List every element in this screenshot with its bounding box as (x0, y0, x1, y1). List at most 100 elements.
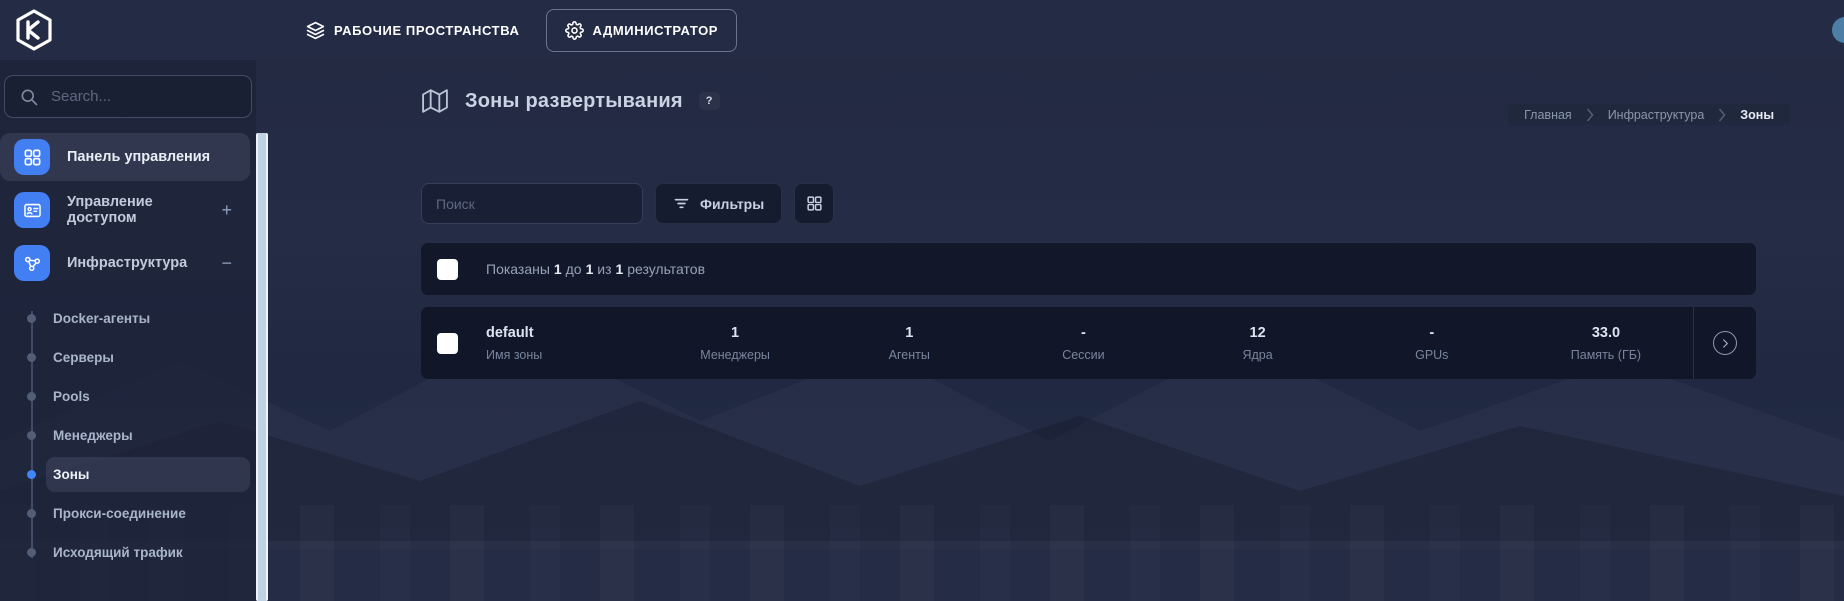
map-icon (421, 88, 449, 114)
results-summary-text: Показаны1 до1 из1 результатов (486, 261, 709, 277)
page-title: Зоны развертывания (465, 90, 683, 113)
breadcrumb-zones: Зоны (1740, 108, 1774, 122)
app-logo[interactable] (14, 8, 54, 52)
select-all-checkbox[interactable] (437, 259, 458, 280)
sidebar-item-label: Инфраструктура (67, 255, 187, 271)
search-icon (19, 87, 39, 107)
sidebar-subitem-proxy-connection[interactable]: Прокси-соединение (0, 494, 256, 533)
sidebar-subitem-pools[interactable]: Pools (0, 377, 256, 416)
expand-plus-icon[interactable]: + (221, 200, 232, 221)
topbar: РАБОЧИЕ ПРОСТРАНСТВА АДМИНИСТРАТОР (0, 0, 1844, 60)
row-cells: default Имя зоны 1 Менеджеры 1 Агенты - … (458, 307, 1693, 379)
sidebar-subitem-servers[interactable]: Серверы (0, 338, 256, 377)
administrator-label: АДМИНИСТРАТОР (593, 23, 719, 38)
bullet-dot (27, 431, 36, 440)
sidebar-scrollbar[interactable] (256, 133, 268, 601)
sidebar-item-infrastructure[interactable]: Инфраструктура − (0, 239, 250, 287)
sidebar-item-label: Панель управления (67, 149, 210, 165)
infrastructure-subnav: Docker-агенты Серверы Pools Менеджеры (0, 299, 256, 572)
gpus-value: - (1429, 325, 1434, 341)
sidebar-item-label: Управление доступом (67, 194, 204, 226)
chevron-right-icon (1586, 108, 1594, 122)
cell-cores: 12 Ядра (1171, 325, 1345, 362)
filter-icon (673, 195, 690, 212)
zone-table-row[interactable]: default Имя зоны 1 Менеджеры 1 Агенты - … (421, 307, 1756, 379)
sidebar-subitem-docker-agents[interactable]: Docker-агенты (0, 299, 256, 338)
zone-name-label: Имя зоны (486, 348, 542, 362)
sidebar-subitem-managers[interactable]: Менеджеры (0, 416, 256, 455)
sessions-label: Сессии (1062, 348, 1104, 362)
bullet-dot (27, 353, 36, 362)
filters-label: Фильтры (700, 196, 764, 212)
results-summary-bar: Показаны1 до1 из1 результатов (421, 243, 1756, 295)
summary-count-from: 1 (554, 261, 562, 277)
managers-value: 1 (731, 325, 739, 341)
scrollbar-thumb[interactable] (258, 133, 266, 601)
cores-label: Ядра (1242, 348, 1272, 362)
summary-count-total: 1 (616, 261, 624, 277)
page-header: Зоны развертывания ? (421, 88, 720, 114)
breadcrumb-infrastructure[interactable]: Инфраструктура (1608, 108, 1705, 122)
managers-label: Менеджеры (700, 348, 770, 362)
bullet-dot (27, 470, 36, 479)
sidebar-item-dashboard[interactable]: Панель управления (0, 133, 250, 181)
cell-memory: 33.0 Память (ГБ) (1519, 325, 1693, 362)
dashboard-grid-icon (14, 139, 50, 175)
workspaces-nav-item[interactable]: РАБОЧИЕ ПРОСТРАНСТВА (294, 11, 532, 50)
summary-count-to: 1 (586, 261, 594, 277)
summary-word: до (566, 261, 582, 277)
agents-label: Агенты (889, 348, 930, 362)
grid-view-button[interactable] (794, 183, 834, 224)
layers-icon (306, 21, 325, 40)
sidebar: Панель управления Управление доступом + (0, 60, 256, 601)
row-checkbox[interactable] (437, 333, 458, 354)
topbar-nav: РАБОЧИЕ ПРОСТРАНСТВА АДМИНИСТРАТОР (294, 9, 737, 52)
sidebar-nav: Панель управления Управление доступом + (0, 133, 256, 572)
summary-word: из (597, 261, 611, 277)
gpus-label: GPUs (1415, 348, 1448, 362)
cell-agents: 1 Агенты (822, 325, 996, 362)
summary-word: Показаны (486, 261, 550, 277)
cell-managers: 1 Менеджеры (648, 325, 822, 362)
chevron-right-icon (1718, 108, 1726, 122)
administrator-button[interactable]: АДМИНИСТРАТОР (546, 9, 738, 52)
breadcrumb: Главная Инфраструктура Зоны (1508, 104, 1790, 125)
grid-view-icon (806, 195, 823, 212)
row-action-cell (1693, 307, 1756, 379)
main-content: Зоны развертывания ? Главная Инфраструкт… (268, 60, 1844, 601)
sidebar-subitem-outbound-traffic[interactable]: Исходящий трафик (0, 533, 256, 572)
help-badge[interactable]: ? (699, 92, 720, 110)
chevron-right-icon (1720, 338, 1731, 349)
memory-label: Память (ГБ) (1571, 348, 1641, 362)
filters-button[interactable]: Фильтры (655, 183, 782, 224)
zones-search-input[interactable] (421, 183, 643, 224)
sessions-value: - (1081, 325, 1086, 341)
row-open-button[interactable] (1713, 331, 1737, 355)
sidebar-search-input[interactable] (51, 88, 221, 105)
bullet-dot (27, 314, 36, 323)
memory-value: 33.0 (1592, 325, 1620, 341)
toolbar: Фильтры (421, 183, 834, 224)
cell-gpus: - GPUs (1345, 325, 1519, 362)
bullet-dot (27, 509, 36, 518)
sidebar-search-box (4, 75, 252, 118)
workspaces-label: РАБОЧИЕ ПРОСТРАНСТВА (334, 23, 520, 38)
breadcrumb-home[interactable]: Главная (1524, 108, 1572, 122)
cell-zone-name: default Имя зоны (458, 325, 648, 362)
bullet-dot (27, 392, 36, 401)
cores-value: 12 (1250, 325, 1266, 341)
zone-name-value: default (486, 325, 534, 341)
collapse-minus-icon[interactable]: − (221, 253, 232, 274)
app-window: РАБОЧИЕ ПРОСТРАНСТВА АДМИНИСТРАТОР (0, 0, 1844, 601)
logo-hexagon-icon (15, 9, 53, 51)
network-nodes-icon (14, 245, 50, 281)
sidebar-subitem-zones[interactable]: Зоны (0, 455, 256, 494)
bullet-dot (27, 548, 36, 557)
gear-icon (565, 21, 584, 40)
summary-word: результатов (627, 261, 705, 277)
agents-value: 1 (905, 325, 913, 341)
user-avatar[interactable] (1832, 17, 1844, 43)
cell-sessions: - Сессии (996, 325, 1170, 362)
id-card-icon (14, 192, 50, 228)
sidebar-item-access-management[interactable]: Управление доступом + (0, 186, 250, 234)
